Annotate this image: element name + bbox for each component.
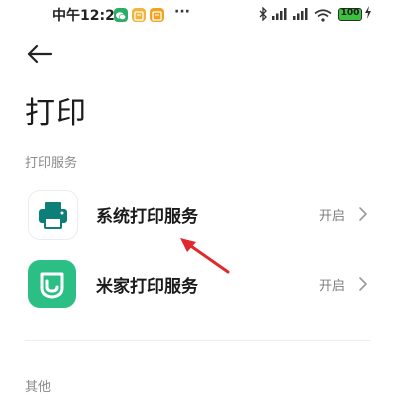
page-title: 打印 xyxy=(25,96,87,131)
system-print-service-status: 开启 xyxy=(319,209,346,224)
battery-icon: 100 xyxy=(338,8,362,21)
section-header-other: 其他 xyxy=(25,380,52,395)
bluetooth-icon xyxy=(258,6,268,25)
printer-icon xyxy=(28,190,78,240)
mijia-icon xyxy=(28,260,76,308)
system-print-service-label: 系统打印服务 xyxy=(96,207,198,227)
battery-level: 100 xyxy=(340,8,360,18)
back-arrow-icon xyxy=(27,44,53,64)
notes-icon xyxy=(132,8,146,22)
wifi-icon xyxy=(314,7,332,26)
back-button[interactable] xyxy=(24,40,54,68)
signal-icon xyxy=(270,6,288,25)
chevron-right-icon xyxy=(358,276,368,296)
divider xyxy=(25,340,370,341)
section-header-print-services: 打印服务 xyxy=(25,156,78,171)
mijia-print-service-status: 开启 xyxy=(319,279,346,294)
status-bar: 中午12:20 ··· 100 xyxy=(0,0,397,30)
charging-icon xyxy=(364,6,372,22)
annotation-arrow-icon xyxy=(170,232,232,280)
more-notifications-icon: ··· xyxy=(174,4,190,20)
chevron-right-icon xyxy=(358,206,368,226)
notes-icon xyxy=(150,8,164,22)
signal-icon xyxy=(291,6,309,25)
wechat-icon xyxy=(114,8,128,22)
